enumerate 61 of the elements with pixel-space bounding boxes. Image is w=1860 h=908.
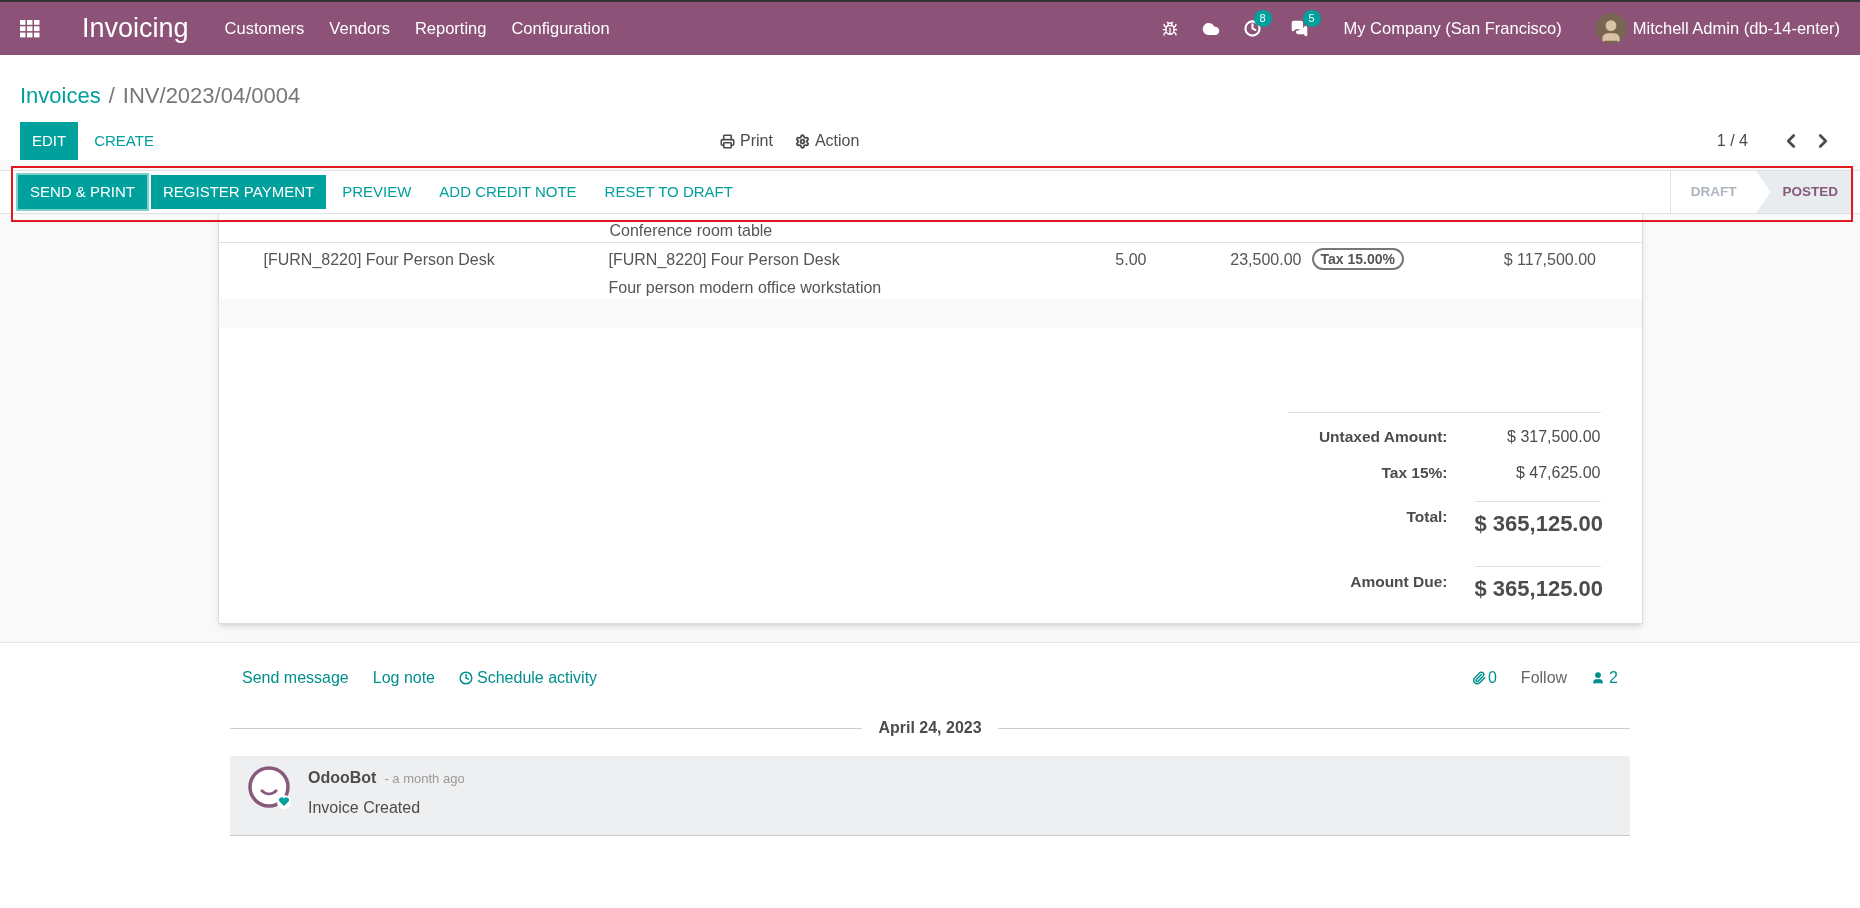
apps-grid-icon[interactable]	[20, 19, 40, 38]
clock-icon[interactable]	[1243, 20, 1261, 37]
total-value: $ 365,125.00	[1474, 566, 1601, 605]
message-time: - a month ago	[384, 770, 465, 788]
paperclip-icon	[1471, 671, 1486, 685]
chat-icon[interactable]	[1290, 20, 1308, 37]
user-menu[interactable]: Mitchell Admin (db-14-enter)	[1632, 16, 1840, 41]
create-button[interactable]: CREATE	[82, 122, 166, 160]
table-cell-text: [FURN_8220] Four Person Desk	[608, 249, 841, 270]
date-separator: April 24, 2023	[878, 718, 982, 738]
menu-item[interactable]: Reporting	[414, 16, 487, 41]
total-value: $ 317,500.00	[1506, 427, 1601, 447]
stage-button[interactable]: POSTED	[1756, 171, 1854, 213]
chatter-action-link[interactable]: Log note	[372, 666, 435, 690]
printer-icon	[720, 133, 735, 149]
app-title[interactable]: Invoicing	[82, 8, 189, 49]
bot-avatar-icon	[248, 766, 292, 810]
menu-item[interactable]: Vendors	[329, 16, 390, 41]
table-cell-text: $ 117,500.00	[1502, 249, 1596, 270]
total-label: Total:	[1405, 507, 1448, 527]
print-button[interactable]: Print	[720, 129, 773, 153]
total-label: Tax 15%:	[1380, 463, 1448, 483]
status-link-button[interactable]: RESET TO DRAFT	[592, 175, 745, 209]
user-avatar[interactable]	[1595, 13, 1627, 44]
breadcrumb-link[interactable]: Invoices	[20, 79, 101, 112]
stage-button[interactable]: DRAFT	[1670, 171, 1757, 213]
table-cell-text: 5.00	[1114, 249, 1147, 270]
company-switcher[interactable]: My Company (San Francisco)	[1343, 16, 1562, 41]
bug-icon[interactable]	[1161, 20, 1178, 37]
breadcrumb-separator: /	[108, 82, 115, 110]
message-author: OdooBot	[308, 768, 377, 788]
menu-item[interactable]: Customers	[224, 16, 305, 41]
tax-tag: Tax 15.00%	[1311, 247, 1404, 270]
action-button[interactable]: Action	[794, 129, 860, 153]
total-value: $ 47,625.00	[1514, 463, 1601, 483]
line-description: Conference room table	[609, 221, 773, 241]
breadcrumb-current: INV/2023/04/0004	[122, 82, 301, 110]
gear-icon	[794, 133, 810, 149]
table-cell-text: 23,500.00	[1229, 249, 1302, 270]
table-cell-text: [FURN_8220] Four Person Desk	[263, 249, 496, 270]
menu-item[interactable]: Configuration	[511, 16, 610, 41]
status-link-button[interactable]: PREVIEW	[330, 175, 424, 209]
message-count-badge: 5	[1302, 10, 1321, 27]
message-body: Invoice Created	[308, 798, 422, 818]
followers-button[interactable]: 2	[1591, 666, 1618, 690]
chatter-action-link[interactable]: Send message	[242, 666, 349, 690]
total-label: Untaxed Amount:	[1317, 427, 1448, 447]
attachments-button[interactable]: 0	[1471, 666, 1497, 690]
chatter-action-link[interactable]: Schedule activity	[459, 666, 598, 690]
status-button[interactable]: SEND & PRINT	[18, 175, 147, 209]
total-label: Amount Due:	[1349, 572, 1448, 592]
person-icon	[1591, 671, 1606, 685]
activity-count-badge: 8	[1253, 10, 1272, 27]
table-cell-text: Four person modern office workstation	[608, 277, 883, 298]
pager-value: 1 / 4	[1716, 131, 1748, 151]
clock-icon	[459, 671, 473, 685]
follow-button[interactable]: Follow	[1520, 666, 1568, 690]
status-button[interactable]: REGISTER PAYMENT	[151, 175, 327, 209]
status-link-button[interactable]: ADD CREDIT NOTE	[427, 175, 589, 209]
total-value: $ 365,125.00	[1474, 501, 1601, 540]
edit-button[interactable]: EDIT	[20, 122, 79, 160]
